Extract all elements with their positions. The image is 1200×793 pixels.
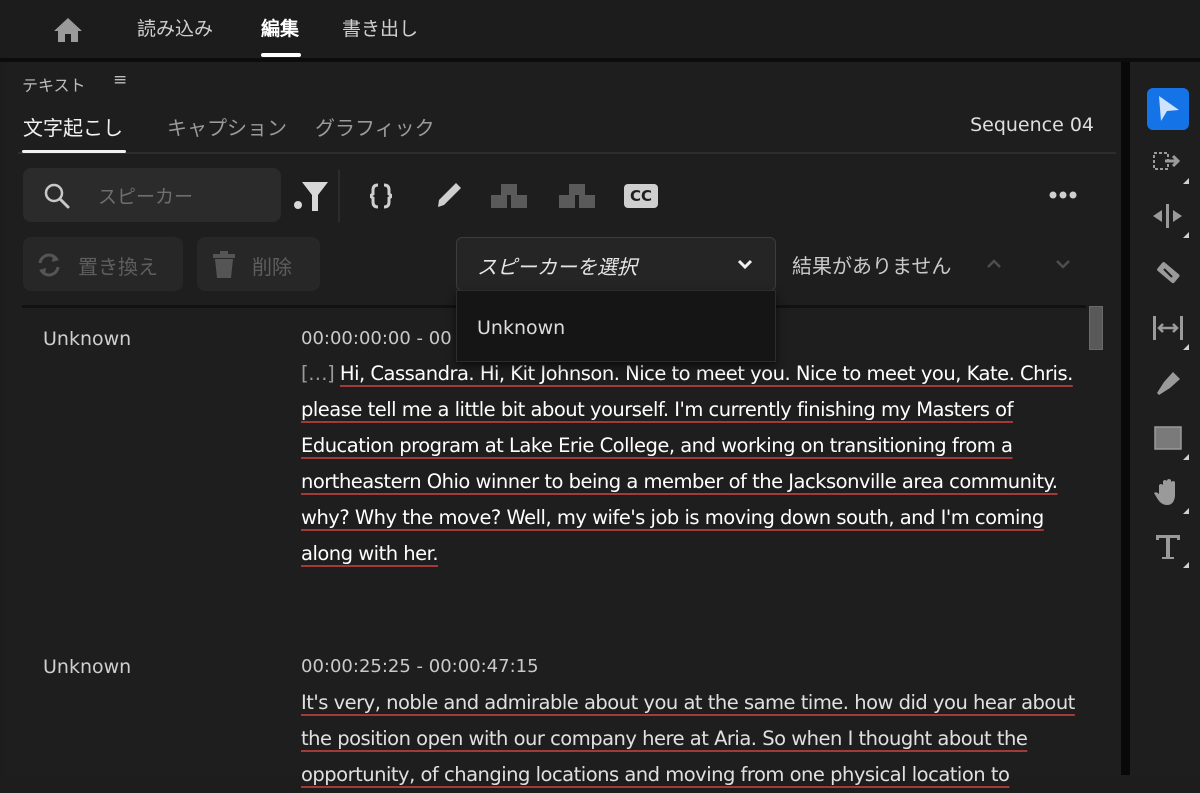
type-tool[interactable] <box>1147 526 1189 568</box>
pen-tool[interactable] <box>1147 364 1189 406</box>
pen-icon <box>1157 372 1180 395</box>
transcript-text[interactable]: It's very, noble and admirable about you… <box>301 685 1081 793</box>
scrollbar-thumb[interactable] <box>1089 306 1103 350</box>
search-placeholder: スピーカー <box>98 186 194 208</box>
submenu-indicator <box>1183 562 1189 568</box>
submenu-indicator <box>1183 232 1189 238</box>
transcript-text[interactable]: […] Hi, Cassandra. Hi, Kit Johnson. Nice… <box>301 356 1081 572</box>
speaker-search-input[interactable]: スピーカー <box>23 168 281 222</box>
top-bar: 読み込み 編集 書き出し <box>0 0 1200 58</box>
submenu-indicator <box>1183 344 1189 350</box>
nav-import[interactable]: 読み込み <box>137 14 213 41</box>
submenu-indicator <box>1183 178 1189 184</box>
razor-icon <box>1157 262 1180 284</box>
panel-title: テキスト <box>22 76 86 95</box>
selection-tool-icon <box>1159 96 1179 121</box>
hand-tool[interactable] <box>1147 472 1189 514</box>
replace-icon <box>38 253 60 277</box>
nav-export[interactable]: 書き出し <box>342 14 418 41</box>
speaker-select-value: スピーカーを選択 <box>477 255 637 279</box>
split-merge-icon[interactable] <box>558 183 596 209</box>
rectangle-tool[interactable] <box>1147 418 1189 460</box>
submenu-indicator <box>1183 454 1189 460</box>
transcript-words[interactable]: Hi, Cassandra. Hi, Kit Johnson. Nice to … <box>301 362 1073 565</box>
delete-button[interactable]: 削除 <box>197 237 320 291</box>
speaker-option[interactable]: Unknown <box>477 317 565 339</box>
chevron-down-icon <box>737 259 753 270</box>
tab-divider <box>18 152 1116 154</box>
panel-menu-icon[interactable]: ≡ <box>113 70 127 90</box>
slip-tool[interactable] <box>1147 308 1189 350</box>
timecode: 00:00:25:25 - 00:00:47:15 <box>301 656 539 677</box>
search-result-status: 結果がありません <box>792 254 952 278</box>
previous-result-icon[interactable] <box>983 254 1005 274</box>
transcript-words[interactable]: It's very, noble and admirable about you… <box>301 691 1075 786</box>
replace-label: 置き換え <box>78 255 158 279</box>
next-result-icon[interactable] <box>1052 254 1074 274</box>
tab-active-indicator <box>22 150 126 153</box>
timecode: 00:00:00:00 - 00 <box>301 328 452 349</box>
sequence-name: Sequence 04 <box>970 114 1094 136</box>
speaker-label[interactable]: Unknown <box>43 656 131 678</box>
nav-edit[interactable]: 編集 <box>261 14 299 41</box>
tab-graphics[interactable]: グラフィック <box>315 112 435 141</box>
submenu-indicator <box>1183 508 1189 514</box>
speaker-dropdown: Unknown <box>456 290 776 362</box>
trash-icon <box>213 251 235 278</box>
edit-pencil-icon[interactable] <box>434 180 464 210</box>
home-icon[interactable] <box>52 16 84 44</box>
track-select-tool[interactable] <box>1147 142 1189 184</box>
split-segment-icon[interactable] <box>370 183 392 209</box>
panel-gap <box>1121 62 1130 775</box>
selection-tool[interactable] <box>1147 88 1189 130</box>
tab-captions[interactable]: キャプション <box>167 112 287 141</box>
more-icon[interactable] <box>1048 190 1078 200</box>
delete-label: 削除 <box>252 255 292 279</box>
search-icon <box>44 183 70 209</box>
merge-segments-icon[interactable] <box>490 183 528 209</box>
replace-button[interactable]: 置き換え <box>23 237 183 291</box>
razor-tool[interactable] <box>1147 252 1189 294</box>
speaker-label[interactable]: Unknown <box>43 328 131 350</box>
filter-icon[interactable] <box>292 178 330 214</box>
cc-captions-icon[interactable]: CC <box>624 184 658 208</box>
speaker-select[interactable]: スピーカーを選択 <box>456 237 776 291</box>
ripple-edit-tool[interactable] <box>1147 196 1189 238</box>
tab-transcript[interactable]: 文字起こし <box>23 112 123 141</box>
toolbar-separator <box>338 170 340 222</box>
nav-active-indicator <box>261 53 301 57</box>
gap-marker: […] <box>301 362 335 385</box>
